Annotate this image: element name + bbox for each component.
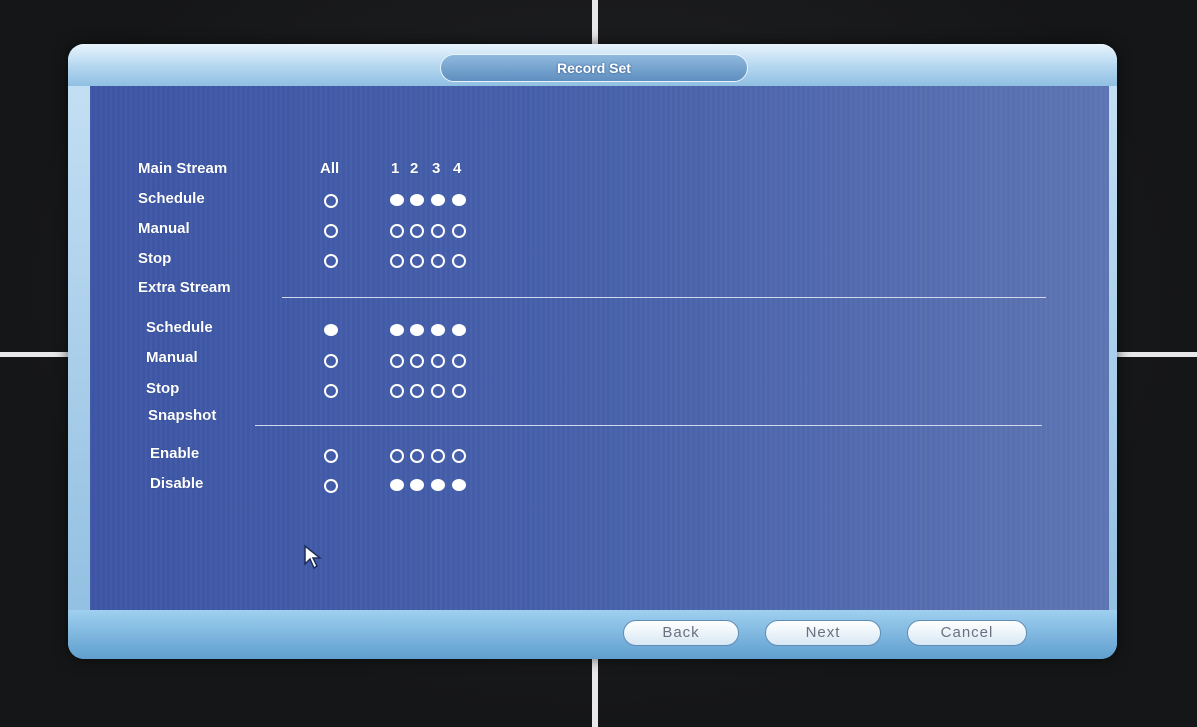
- extra-stream-schedule-ch1-radio[interactable]: [390, 324, 404, 336]
- main-stream-stop-ch3-radio[interactable]: [431, 254, 445, 268]
- extra-stream-stop-all-radio[interactable]: [324, 384, 338, 398]
- snapshot-disable-ch3-radio[interactable]: [431, 479, 445, 491]
- snapshot-enable-all-radio[interactable]: [324, 449, 338, 463]
- extra-stream-manual-ch4-radio[interactable]: [452, 354, 466, 368]
- extra-stream-manual-ch1-radio[interactable]: [390, 354, 404, 368]
- extra-stream-stop-ch1-radio[interactable]: [390, 384, 404, 398]
- main-stream-manual-ch4-radio[interactable]: [452, 224, 466, 238]
- main-stream-manual-all-radio[interactable]: [324, 224, 338, 238]
- extra-stream-schedule-ch2-radio[interactable]: [410, 324, 424, 336]
- cancel-button[interactable]: Cancel: [907, 620, 1027, 646]
- extra-stream-stop-ch4-radio[interactable]: [452, 384, 466, 398]
- dialog-content: Main Stream All 1 2 3 4 Schedule Manual …: [90, 86, 1109, 610]
- main-stream-stop-all-radio[interactable]: [324, 254, 338, 268]
- extra-stream-header: Extra Stream: [138, 279, 231, 296]
- extra-stop-label: Stop: [146, 380, 180, 397]
- snapshot-header: Snapshot: [148, 407, 217, 424]
- channel-header-1: 1: [391, 160, 400, 177]
- mouse-cursor-icon: [304, 544, 323, 570]
- snapshot-enable-ch2-radio[interactable]: [410, 449, 424, 463]
- snapshot-disable-ch2-radio[interactable]: [410, 479, 424, 491]
- main-stream-schedule-ch1-radio[interactable]: [390, 194, 404, 206]
- channel-header-3: 3: [432, 160, 441, 177]
- dialog-title: Record Set: [440, 54, 748, 82]
- all-column-header: All: [320, 160, 340, 177]
- extra-stream-manual-ch3-radio[interactable]: [431, 354, 445, 368]
- snapshot-disable-ch1-radio[interactable]: [390, 479, 404, 491]
- main-stream-schedule-all-radio[interactable]: [324, 194, 338, 208]
- main-stop-label: Stop: [138, 250, 172, 267]
- main-stream-manual-ch3-radio[interactable]: [431, 224, 445, 238]
- extra-stream-schedule-ch3-radio[interactable]: [431, 324, 445, 336]
- snapshot-enable-ch1-radio[interactable]: [390, 449, 404, 463]
- extra-stream-stop-ch3-radio[interactable]: [431, 384, 445, 398]
- main-stream-stop-ch2-radio[interactable]: [410, 254, 424, 268]
- main-stream-stop-ch1-radio[interactable]: [390, 254, 404, 268]
- main-stream-manual-ch2-radio[interactable]: [410, 224, 424, 238]
- dialog-button-bar: Back Next Cancel: [68, 610, 1117, 659]
- snapshot-enable-ch3-radio[interactable]: [431, 449, 445, 463]
- snapshot-enable-ch4-radio[interactable]: [452, 449, 466, 463]
- main-stream-schedule-ch3-radio[interactable]: [431, 194, 445, 206]
- extra-stream-schedule-ch4-radio[interactable]: [452, 324, 466, 336]
- extra-stream-manual-all-radio[interactable]: [324, 354, 338, 368]
- dialog-titlebar: Record Set: [68, 44, 1117, 86]
- extra-stream-manual-ch2-radio[interactable]: [410, 354, 424, 368]
- main-stream-manual-ch1-radio[interactable]: [390, 224, 404, 238]
- main-schedule-label: Schedule: [138, 190, 205, 207]
- extra-manual-label: Manual: [146, 349, 198, 366]
- extra-stream-schedule-all-radio[interactable]: [324, 324, 338, 336]
- main-stream-header: Main Stream: [138, 160, 228, 177]
- channel-header-4: 4: [453, 160, 462, 177]
- channel-header-2: 2: [410, 160, 419, 177]
- extra-schedule-label: Schedule: [146, 319, 213, 336]
- next-button[interactable]: Next: [765, 620, 881, 646]
- snapshot-disable-label: Disable: [150, 475, 204, 492]
- extra-stream-stop-ch2-radio[interactable]: [410, 384, 424, 398]
- main-stream-stop-ch4-radio[interactable]: [452, 254, 466, 268]
- snapshot-disable-all-radio[interactable]: [324, 479, 338, 493]
- record-set-dialog: Record Set Main Stream All 1 2 3 4 Sched…: [68, 44, 1117, 659]
- snapshot-enable-label: Enable: [150, 445, 200, 462]
- main-stream-schedule-ch2-radio[interactable]: [410, 194, 424, 206]
- main-manual-label: Manual: [138, 220, 190, 237]
- back-button[interactable]: Back: [623, 620, 739, 646]
- main-stream-schedule-ch4-radio[interactable]: [452, 194, 466, 206]
- snapshot-disable-ch4-radio[interactable]: [452, 479, 466, 491]
- snapshot-divider: [255, 425, 1042, 426]
- extra-stream-divider: [282, 297, 1046, 298]
